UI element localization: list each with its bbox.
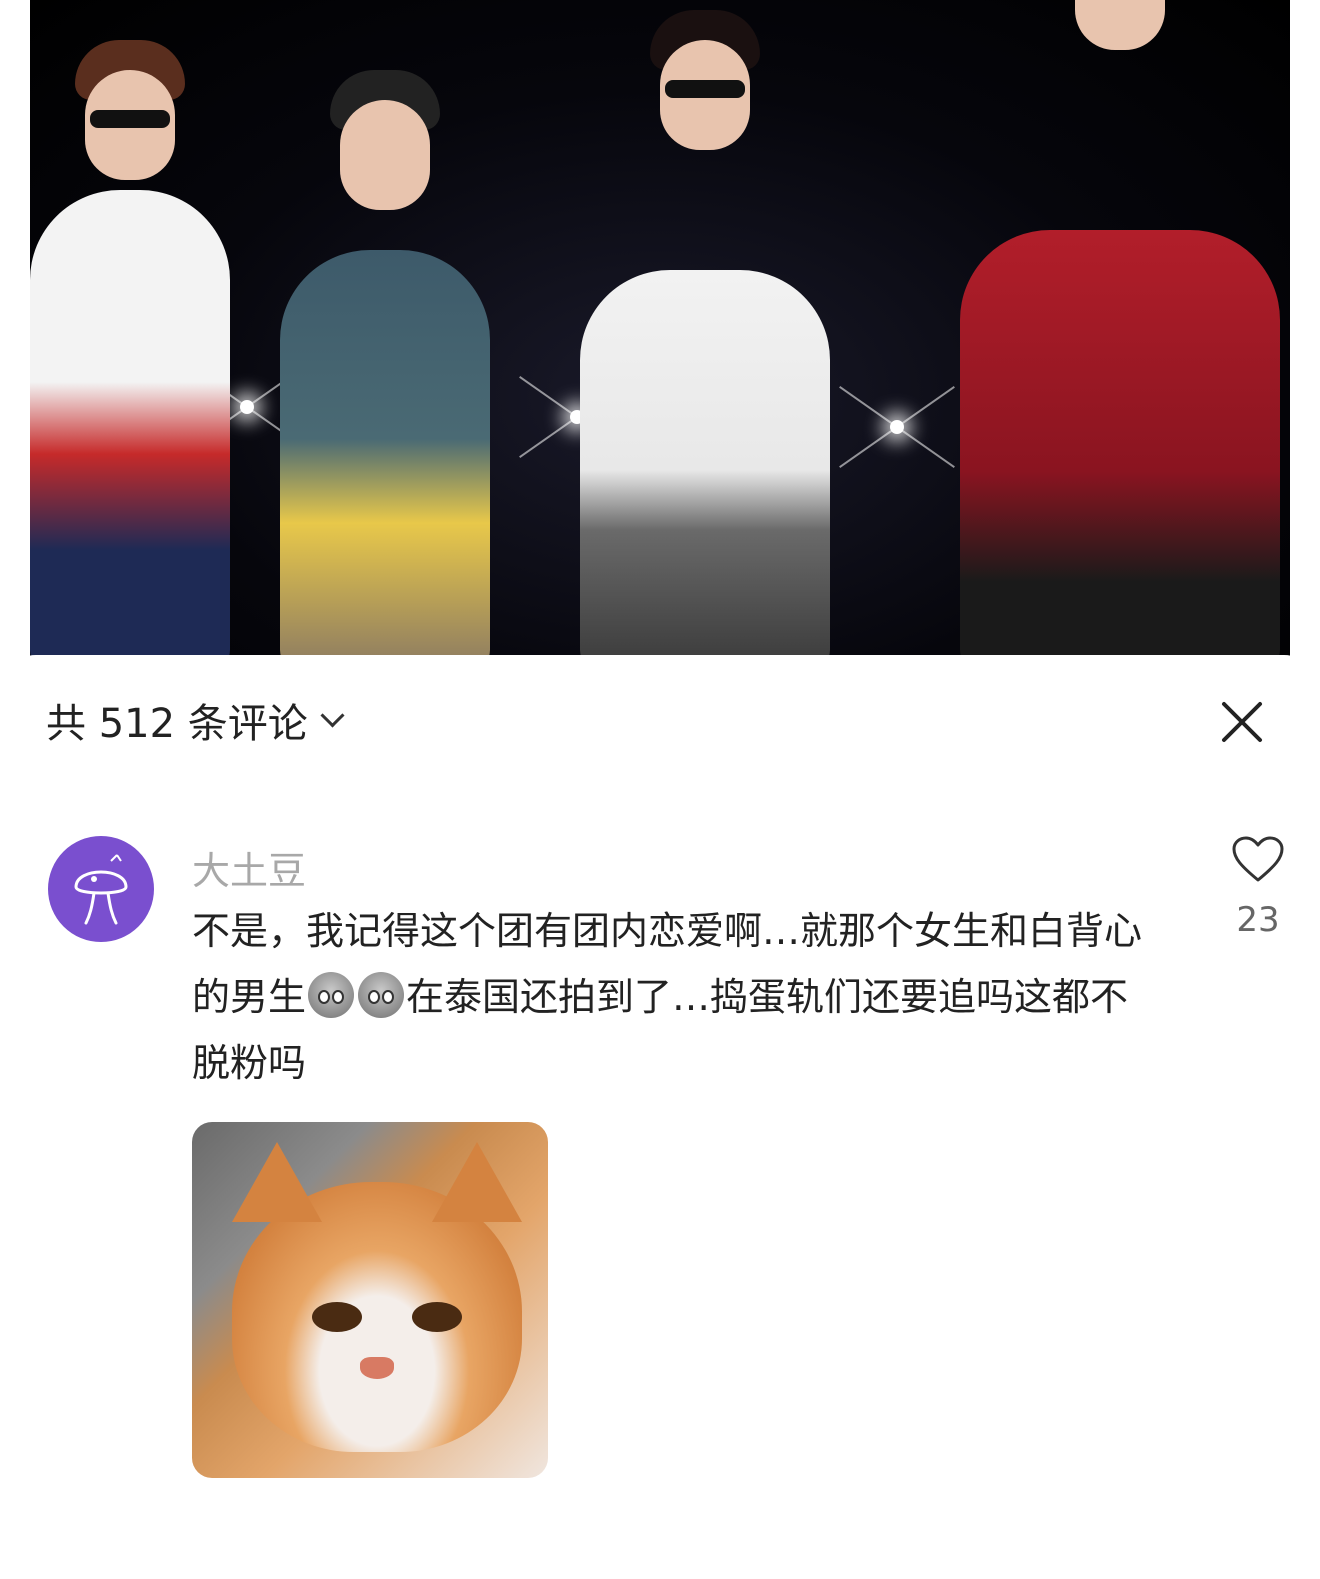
like-button[interactable]: 23 (1208, 836, 1308, 940)
dancer-2 (280, 70, 490, 660)
cat-image (232, 1142, 522, 1452)
comment-count-label: 共 512 条评论 (46, 701, 308, 747)
crying-face-emoji-icon (358, 972, 405, 1018)
mushroom-avatar-icon (74, 854, 128, 925)
close-icon (1222, 702, 1262, 742)
video-frame[interactable] (30, 0, 1290, 660)
comment-username[interactable]: 大土豆 (192, 840, 306, 895)
heart-icon (1232, 836, 1284, 882)
comments-header[interactable]: 共 512 条评论 (46, 690, 345, 750)
comment-image-cat[interactable] (192, 1122, 548, 1478)
video-player[interactable] (0, 0, 1320, 680)
comment-text: 不是，我记得这个团有团内恋爱啊…就那个女生和白背心的男生 在泰国还拍到了…捣蛋轨们… (192, 898, 1152, 1096)
avatar[interactable] (48, 836, 154, 942)
stage-light (890, 420, 904, 434)
like-count: 23 (1236, 900, 1280, 940)
crying-face-emoji-icon (308, 972, 355, 1018)
close-button[interactable] (1216, 696, 1268, 748)
chevron-down-icon[interactable] (320, 702, 345, 728)
dancer-1 (30, 40, 230, 660)
dancer-3 (580, 10, 830, 660)
stage-light (240, 400, 254, 414)
dancer-4 (960, 0, 1280, 660)
